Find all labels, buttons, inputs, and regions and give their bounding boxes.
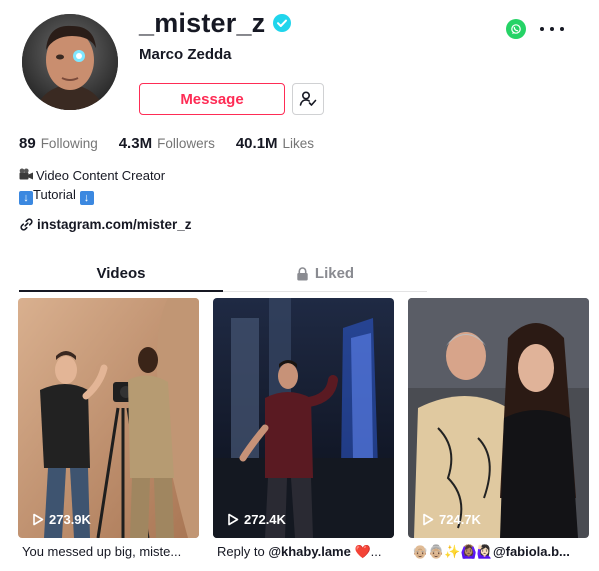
view-count-text: 724.7K [439,512,481,527]
stat-followers[interactable]: 4.3M Followers [119,135,215,152]
video-caption[interactable]: You messed up big, miste... [18,544,199,559]
tab-label: Videos [96,264,146,282]
caption-prefix: Reply to [217,544,269,559]
avatar[interactable] [22,14,118,110]
down-arrow-icon: ↓ [19,191,33,205]
play-icon [423,513,434,526]
camera-emoji-icon [19,168,34,182]
stat-value: 40.1M [235,135,278,152]
link-text: instagram.com/mister_z [37,217,192,232]
video-thumbnail[interactable]: 724.7K [408,298,589,538]
stat-following[interactable]: 89 Following [19,135,98,152]
bio: Video Content Creator ↓ Tutorial ↓ [19,166,165,205]
bio-line-1: Video Content Creator [19,166,165,185]
view-count: 273.9K [32,512,91,527]
play-icon [228,513,239,526]
view-count-text: 273.9K [49,512,91,527]
bio-text-2: Tutorial [33,187,76,202]
bio-line-2: ↓ Tutorial ↓ [19,185,165,205]
caption-mention[interactable]: @khaby.lame [268,544,351,559]
more-dots-icon[interactable] [540,20,564,38]
view-count: 272.4K [227,512,286,527]
profile-link[interactable]: instagram.com/mister_z [19,217,192,232]
view-count: 724.7K [422,512,481,527]
down-arrow-icon: ↓ [79,191,94,205]
stat-label: Following [40,136,98,151]
stat-label: Likes [282,136,315,151]
link-icon [20,218,33,231]
username-row: _mister_z [139,6,292,40]
tab-liked[interactable]: Liked [223,256,427,291]
caption-prefix: 👴🏼👵🏼✨🙆🏽‍♀️🙋🏻‍♀️ [412,544,493,559]
tab-label: Liked [314,265,355,282]
stat-label: Followers [157,136,215,151]
display-name: Marco Zedda [139,46,232,63]
view-count-text: 272.4K [244,512,286,527]
video-card[interactable]: 724.7K 👴🏼👵🏼✨🙆🏽‍♀️🙋🏻‍♀️@fabiola.b... [408,298,589,560]
play-icon [33,513,44,526]
caption-text: You messed up big, miste... [22,544,182,559]
video-thumbnail[interactable]: 273.9K [18,298,199,538]
message-button[interactable]: Message [139,83,285,115]
tab-videos[interactable]: Videos [19,256,223,292]
stat-value: 89 [19,135,36,152]
following-button[interactable] [292,83,324,115]
verified-badge-icon [273,14,292,32]
video-card[interactable]: 272.4K Reply to @khaby.lame ❤️... [213,298,394,560]
video-caption[interactable]: Reply to @khaby.lame ❤️... [213,544,394,560]
stat-likes: 40.1M Likes [236,135,314,152]
caption-suffix: ❤️... [350,544,382,559]
profile-stats: 89 Following 4.3M Followers 40.1M Likes [19,135,314,152]
username: _mister_z [139,7,266,38]
lock-icon [297,266,308,280]
video-card[interactable]: 273.9K You messed up big, miste... [18,298,199,560]
follow-check-icon [299,91,317,106]
stat-value: 4.3M [118,135,153,152]
bio-text-1: Video Content Creator [36,168,166,183]
video-caption[interactable]: 👴🏼👵🏼✨🙆🏽‍♀️🙋🏻‍♀️@fabiola.b... [408,544,589,560]
video-thumbnail[interactable]: 272.4K [213,298,394,538]
content-tabs: Videos Liked [19,256,427,292]
whatsapp-icon[interactable] [506,19,526,39]
caption-mention[interactable]: @fabiola.b... [493,544,570,559]
video-grid: 273.9K You messed up big, miste... 272.4… [18,298,589,560]
